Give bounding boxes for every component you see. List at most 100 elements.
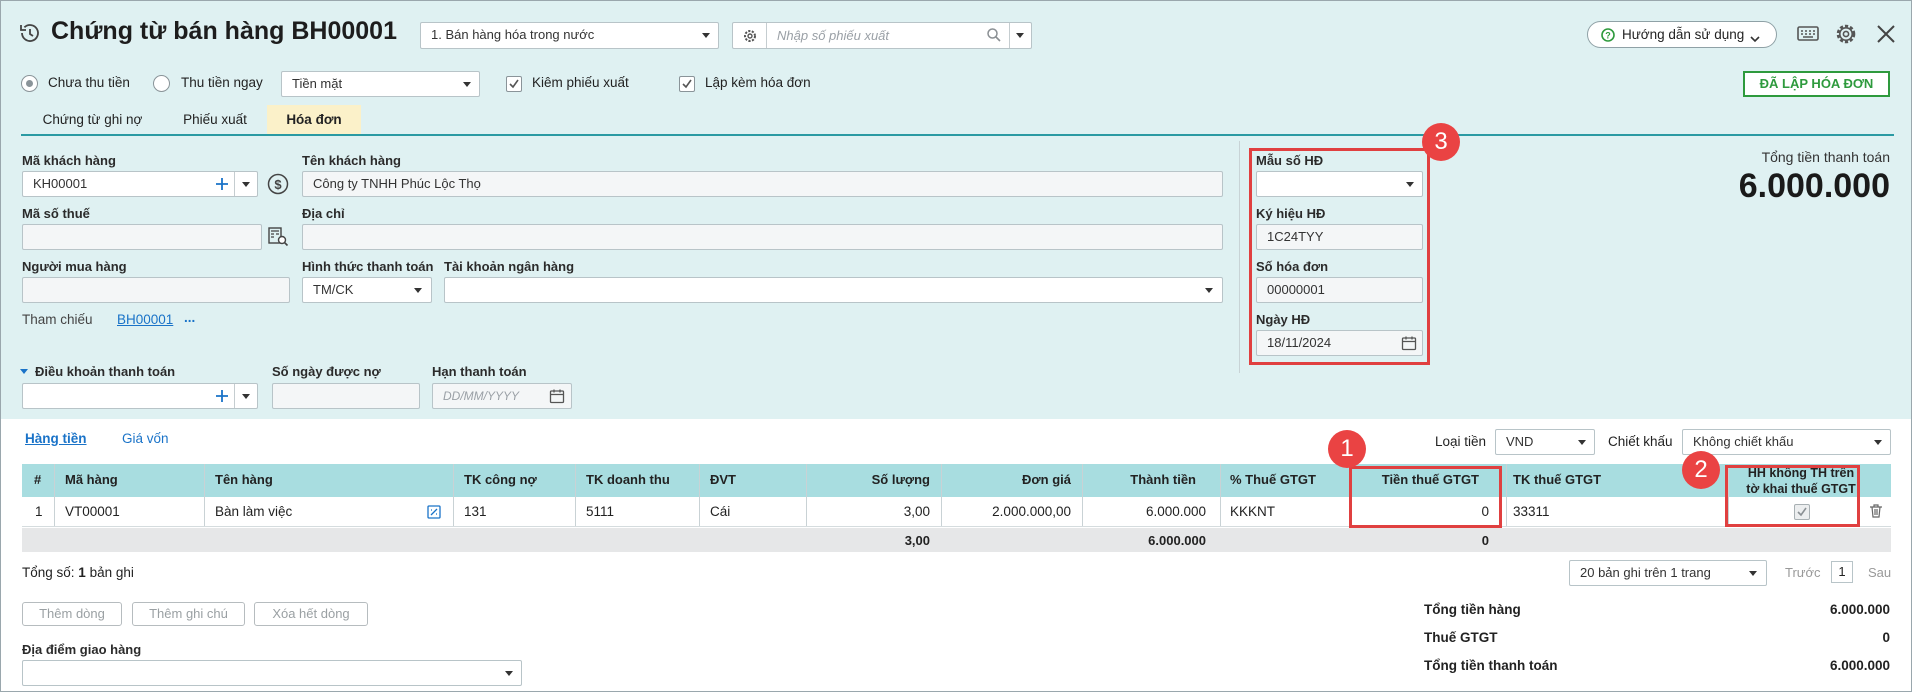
delete-row-icon[interactable] [1868, 503, 1884, 519]
radio-paid[interactable] [153, 75, 170, 92]
collapse-caret-icon[interactable] [20, 369, 28, 374]
chevron-down-icon [1016, 33, 1024, 38]
settings-icon[interactable] [1834, 22, 1858, 46]
col-divider [204, 464, 205, 526]
search-icon[interactable] [986, 27, 1002, 43]
tab-debit-voucher[interactable]: Chứng từ ghi nợ [25, 105, 160, 135]
calendar-icon[interactable] [549, 388, 565, 404]
radio-paid-label: Thu tiền ngay [181, 75, 263, 90]
credit-days-input[interactable] [272, 383, 420, 409]
add-icon[interactable] [215, 389, 229, 403]
col-divider [575, 464, 576, 526]
cell-qty[interactable]: 3,00 [904, 498, 930, 526]
reference-more[interactable]: ... [184, 310, 195, 325]
delivery-label: Địa điểm giao hàng [22, 642, 142, 657]
cell-code[interactable]: VT00001 [65, 498, 120, 526]
current-page[interactable]: 1 [1831, 561, 1853, 583]
chevron-down-icon [1750, 30, 1760, 43]
summary-total-value: 6.000.000 [1829, 658, 1890, 673]
summary-vat-label: Thuế GTGT [1424, 630, 1498, 645]
gear-icon[interactable] [742, 28, 758, 44]
cell-name[interactable]: Bàn làm việc [215, 498, 292, 526]
footer-vat-amount: 0 [1481, 533, 1489, 548]
chevron-down-icon[interactable] [242, 182, 250, 187]
voucher-type-select[interactable]: 1. Bán hàng hóa trong nước [420, 22, 719, 49]
discount-value: Không chiết khấu [1693, 434, 1794, 449]
add-row-button[interactable]: Thêm dòng [22, 602, 122, 626]
voucher-type-value: 1. Bán hàng hóa trong nước [431, 27, 595, 42]
tab-invoice[interactable]: Hóa đơn [267, 105, 361, 135]
payment-form-select[interactable]: TM/CK [302, 277, 432, 303]
cell-amount[interactable]: 6.000.000 [1146, 498, 1206, 526]
summary-goods-label: Tổng tiền hàng [1424, 602, 1521, 617]
address-input[interactable] [302, 224, 1223, 250]
due-date-label: Hạn thanh toán [432, 364, 527, 379]
add-icon[interactable] [215, 177, 229, 191]
keyboard-icon[interactable] [1796, 24, 1820, 44]
tax-lookup-icon[interactable] [267, 225, 289, 247]
total-value: 6.000.000 [1738, 167, 1890, 205]
divider [234, 384, 235, 408]
total-label: Tổng tiền thanh toán [1761, 149, 1890, 165]
delivery-select[interactable] [22, 660, 522, 686]
svg-text:?: ? [1605, 31, 1611, 41]
subtab-cost[interactable]: Giá vốn [122, 431, 169, 446]
cell-vat-rate[interactable]: KKKNT [1230, 498, 1275, 526]
customer-code-value: KH00001 [33, 176, 88, 191]
summary-goods-value: 6.000.000 [1829, 602, 1890, 617]
currency-dollar-icon[interactable]: $ [267, 173, 289, 195]
export-checkbox[interactable] [506, 76, 522, 92]
section-divider [1239, 141, 1240, 373]
search-input[interactable]: Nhập số phiếu xuất [777, 28, 889, 43]
clear-rows-button[interactable]: Xóa hết dòng [254, 602, 368, 626]
next-page-button[interactable]: Sau [1868, 565, 1891, 580]
reference-link[interactable]: BH00001 [117, 312, 173, 327]
col-divider [941, 464, 942, 526]
payment-method-select[interactable]: Tiền mặt [281, 71, 480, 97]
close-icon[interactable] [1875, 23, 1897, 45]
chevron-down-icon[interactable] [242, 394, 250, 399]
annotation-box-1 [1349, 466, 1502, 528]
prev-page-button[interactable]: Trước [1785, 565, 1821, 580]
bank-account-select[interactable] [444, 277, 1223, 303]
record-count-prefix: Tổng số: [22, 565, 75, 580]
col-vat-acc: TK thuế GTGT [1513, 472, 1602, 487]
col-divider [1082, 464, 1083, 526]
cell-debit-acc[interactable]: 131 [464, 498, 487, 526]
customer-name-input[interactable]: Công ty TNHH Phúc Lộc Thọ [302, 171, 1223, 197]
search-divider [766, 23, 767, 48]
radio-unpaid[interactable] [21, 75, 38, 92]
subtab-goods[interactable]: Hàng tiền [25, 431, 87, 446]
annotation-box-2 [1725, 465, 1860, 527]
discount-select[interactable]: Không chiết khấu [1682, 429, 1891, 455]
export-checkbox-label: Kiêm phiếu xuất [532, 75, 629, 90]
col-revenue-acc: TK doanh thu [586, 472, 670, 487]
tax-code-input[interactable] [22, 224, 262, 250]
customer-name-label: Tên khách hàng [302, 153, 401, 168]
invoice-checkbox[interactable] [679, 76, 695, 92]
col-divider [54, 464, 55, 526]
buyer-input[interactable] [22, 277, 290, 303]
chevron-down-icon [463, 82, 471, 87]
tab-export-slip[interactable]: Phiếu xuất [168, 105, 262, 135]
col-divider [453, 464, 454, 526]
footer-qty: 3,00 [904, 533, 930, 548]
table-header-row [22, 464, 1891, 497]
item-detail-icon[interactable] [427, 505, 441, 519]
summary-vat-value: 0 [1882, 630, 1890, 645]
divider [234, 172, 235, 196]
page-size-select[interactable]: 20 bản ghi trên 1 trang [1569, 560, 1767, 586]
cell-vat-acc[interactable]: 33311 [1513, 498, 1550, 526]
invoice-status-button[interactable]: ĐÃ LẬP HÓA ĐƠN [1743, 71, 1890, 97]
cell-revenue-acc[interactable]: 5111 [586, 498, 614, 526]
table-row[interactable] [22, 497, 1891, 527]
discount-label: Chiết khấu [1608, 434, 1673, 449]
col-qty: Số lượng [871, 472, 930, 487]
add-note-button[interactable]: Thêm ghi chú [132, 602, 245, 626]
page-size-value: 20 bản ghi trên 1 trang [1580, 565, 1711, 580]
history-icon[interactable] [18, 21, 42, 45]
cell-price[interactable]: 2.000.000,00 [992, 498, 1071, 526]
payment-terms-label: Điều khoản thanh toán [35, 364, 176, 379]
summary-total-label: Tổng tiền thanh toán [1424, 658, 1558, 673]
cell-unit[interactable]: Cái [710, 498, 730, 526]
